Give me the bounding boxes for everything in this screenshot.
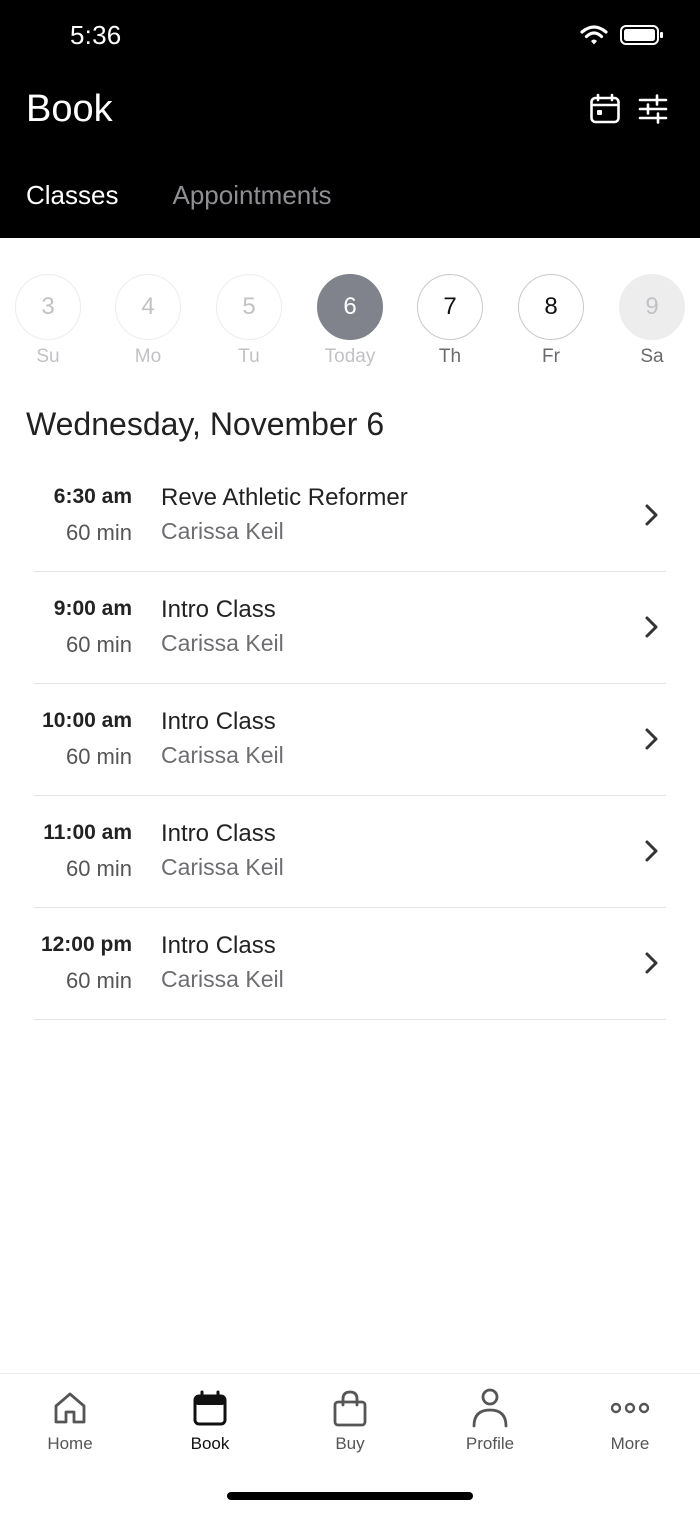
tab-appointments[interactable]: Appointments	[172, 180, 331, 211]
class-list: 6:30 am 60 min Reve Athletic Reformer Ca…	[34, 460, 666, 1020]
wifi-icon	[580, 24, 608, 51]
class-time: 6:30 am	[53, 485, 132, 508]
chevron-right-icon	[645, 616, 658, 638]
selected-date-heading: Wednesday, November 6	[26, 406, 385, 442]
class-name: Intro Class	[161, 820, 276, 847]
calendar-button[interactable]	[588, 93, 622, 130]
chevron-right-icon	[645, 504, 658, 526]
class-row[interactable]: 6:30 am 60 min Reve Athletic Reformer Ca…	[34, 460, 666, 572]
nav-home[interactable]: Home	[20, 1386, 120, 1454]
day-label: Sa	[640, 346, 664, 367]
home-indicator	[227, 1492, 473, 1500]
nav-more[interactable]: More	[580, 1386, 680, 1454]
class-duration: 60 min	[65, 632, 132, 657]
day-label: Tu	[238, 346, 260, 367]
nav-label: Home	[47, 1434, 93, 1453]
more-dots-icon	[610, 1402, 650, 1414]
chevron-right-icon	[645, 728, 658, 750]
day-label: Mo	[134, 346, 162, 367]
class-row[interactable]: 10:00 am 60 min Intro Class Carissa Keil	[34, 684, 666, 796]
status-bar-time: 5:36	[70, 20, 122, 50]
class-instructor: Carissa Keil	[161, 966, 284, 992]
nav-buy[interactable]: Buy	[300, 1386, 400, 1454]
class-time: 11:00 am	[43, 821, 132, 844]
day-monday[interactable]: 4 Mo	[115, 274, 181, 368]
nav-label: More	[610, 1434, 650, 1453]
day-tuesday[interactable]: 5 Tu	[216, 274, 282, 368]
chevron-right-icon	[645, 840, 658, 862]
class-name: Intro Class	[161, 596, 276, 623]
day-sunday[interactable]: 3 Su	[15, 274, 81, 368]
page-title: Book	[26, 88, 113, 130]
day-friday[interactable]: 8 Fr	[518, 274, 584, 368]
day-number: 6	[317, 274, 383, 340]
class-time: 9:00 am	[53, 597, 132, 620]
class-name: Intro Class	[161, 932, 276, 959]
shopping-bag-icon	[333, 1390, 367, 1427]
day-saturday[interactable]: 9 Sa	[619, 274, 685, 368]
day-label: Fr	[542, 346, 560, 367]
class-time: 10:00 am	[42, 709, 132, 732]
class-duration: 60 min	[65, 968, 132, 993]
calendar-icon	[193, 1390, 227, 1426]
chevron-right-icon	[645, 952, 658, 974]
day-thursday[interactable]: 7 Th	[417, 274, 483, 368]
header-actions	[588, 93, 670, 130]
tab-classes[interactable]: Classes	[26, 180, 118, 211]
day-label: Today	[324, 346, 376, 367]
nav-book[interactable]: Book	[160, 1386, 260, 1454]
home-icon	[54, 1392, 86, 1424]
class-instructor: Carissa Keil	[161, 742, 284, 768]
week-day-picker: 3 Su 4 Mo 5 Tu 6 Today 7 Th 8 Fr 9 Sa	[0, 274, 700, 374]
class-duration: 60 min	[65, 520, 132, 545]
day-label: Su	[36, 346, 60, 367]
class-row[interactable]: 11:00 am 60 min Intro Class Carissa Keil	[34, 796, 666, 908]
class-time: 12:00 pm	[40, 933, 132, 956]
day-today-selected[interactable]: 6 Today	[317, 274, 383, 368]
day-number: 3	[15, 274, 81, 340]
filter-button[interactable]	[636, 93, 670, 129]
day-number: 9	[619, 274, 685, 340]
nav-label: Profile	[465, 1434, 515, 1453]
person-icon	[472, 1388, 508, 1428]
class-instructor: Carissa Keil	[161, 630, 284, 656]
class-duration: 60 min	[65, 744, 132, 769]
calendar-icon	[589, 93, 621, 130]
class-row[interactable]: 9:00 am 60 min Intro Class Carissa Keil	[34, 572, 666, 684]
day-number: 4	[115, 274, 181, 340]
class-instructor: Carissa Keil	[161, 854, 284, 880]
day-label: Th	[438, 346, 462, 367]
battery-icon	[620, 24, 664, 51]
day-number: 5	[216, 274, 282, 340]
class-name: Reve Athletic Reformer	[161, 484, 408, 511]
booking-tabs: Classes Appointments	[26, 180, 331, 211]
class-instructor: Carissa Keil	[161, 518, 284, 544]
class-row[interactable]: 12:00 pm 60 min Intro Class Carissa Keil	[34, 908, 666, 1020]
status-bar-indicators	[580, 24, 664, 51]
class-duration: 60 min	[65, 856, 132, 881]
nav-profile[interactable]: Profile	[440, 1386, 540, 1454]
nav-label: Buy	[335, 1434, 365, 1453]
day-number: 8	[518, 274, 584, 340]
filter-sliders-icon	[638, 93, 668, 129]
day-number: 7	[417, 274, 483, 340]
class-name: Intro Class	[161, 708, 276, 735]
nav-label: Book	[190, 1434, 230, 1453]
app-header: 5:36 Book Classes Appointments	[0, 0, 700, 238]
